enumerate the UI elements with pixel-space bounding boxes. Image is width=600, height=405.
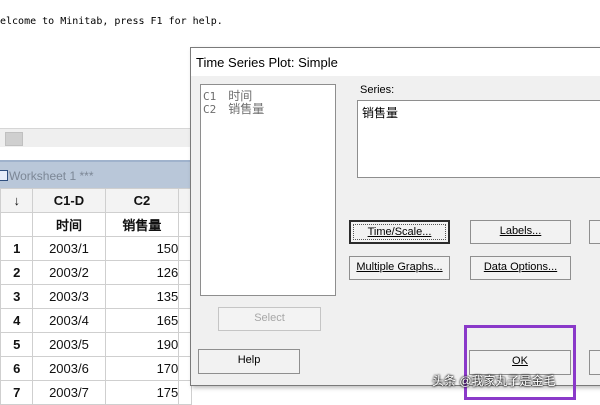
table-row: 3 2003/3 135: [0, 284, 192, 309]
column-header-c1[interactable]: C1-D: [32, 188, 106, 213]
help-button-label: Help: [237, 354, 261, 366]
help-button[interactable]: Help: [198, 349, 300, 374]
cell-c1[interactable]: 2003/1: [32, 236, 106, 261]
row-number[interactable]: 3: [0, 284, 34, 309]
table-row: 6 2003/6 170: [0, 356, 192, 381]
data-options-button[interactable]: Data Options...: [470, 256, 571, 280]
scrollbar-thumb[interactable]: [5, 132, 23, 146]
row-header-blank: [0, 212, 34, 237]
row-number[interactable]: 6: [0, 356, 34, 381]
variable-column-id: C2: [203, 103, 217, 116]
table-row: 1 2003/1 150: [0, 236, 192, 261]
row-number[interactable]: 4: [0, 308, 34, 333]
scale-button-partial[interactable]: [589, 220, 600, 244]
cell-c1[interactable]: 2003/6: [32, 356, 106, 381]
data-direction-arrow[interactable]: ↓: [0, 188, 34, 213]
select-button[interactable]: Select: [218, 307, 321, 331]
variable-item[interactable]: C2 销售量: [203, 100, 264, 117]
table-row: 2 2003/2 126: [0, 260, 192, 285]
cell-c2[interactable]: 150: [104, 236, 180, 261]
series-label: Series:: [360, 84, 395, 96]
column-name-c2[interactable]: 销售量: [104, 212, 180, 237]
table-row: 5 2003/5 190: [0, 332, 192, 357]
cell-c1[interactable]: 2003/2: [32, 260, 106, 285]
row-number[interactable]: 5: [0, 332, 34, 357]
cell-c2[interactable]: 190: [104, 332, 180, 357]
labels-button[interactable]: Labels...: [470, 220, 571, 244]
worksheet-title-bar[interactable]: Worksheet 1 ***: [0, 160, 192, 188]
dialog-title-bar[interactable]: Time Series Plot: Simple: [191, 48, 600, 76]
cancel-button-partial[interactable]: [589, 350, 600, 375]
variable-list[interactable]: C1 时间 C2 销售量: [200, 84, 336, 296]
data-options-button-label: Data Options...: [483, 261, 558, 273]
cell-c2[interactable]: 126: [104, 260, 180, 285]
select-button-label: Select: [254, 312, 285, 324]
row-number[interactable]: 7: [0, 380, 34, 405]
worksheet-window: Worksheet 1 *** ↓ C1-D C2 时间 销售量 1 2003/…: [0, 160, 192, 405]
column-id-row: ↓ C1-D C2: [0, 188, 192, 213]
session-welcome-text: elcome to Minitab, press F1 for help.: [0, 16, 223, 27]
column-header-c2[interactable]: C2: [104, 188, 180, 213]
table-row: 7 2003/7 175: [0, 380, 192, 405]
worksheet-icon: [0, 170, 8, 181]
cell-c1[interactable]: 2003/3: [32, 284, 106, 309]
watermark: 头条 @我家丸子是金毛: [432, 374, 556, 388]
series-value: 销售量: [362, 106, 399, 120]
column-name-row: 时间 销售量: [0, 212, 192, 237]
cell-c2[interactable]: 175: [104, 380, 180, 405]
row-number[interactable]: 2: [0, 260, 34, 285]
worksheet-grid: ↓ C1-D C2 时间 销售量 1 2003/1 150 2 2003/2 1…: [0, 188, 192, 405]
cell-c1[interactable]: 2003/4: [32, 308, 106, 333]
row-number[interactable]: 1: [0, 236, 34, 261]
multiple-graphs-button[interactable]: Multiple Graphs...: [349, 256, 450, 280]
labels-button-label: Labels...: [499, 225, 542, 237]
series-input[interactable]: 销售量: [357, 100, 600, 178]
cell-c2[interactable]: 135: [104, 284, 180, 309]
focus-outline: [353, 224, 446, 240]
cell-c2[interactable]: 165: [104, 308, 180, 333]
cell-c2[interactable]: 170: [104, 356, 180, 381]
multiple-graphs-button-label: Multiple Graphs...: [356, 261, 443, 273]
cell-c1[interactable]: 2003/5: [32, 332, 106, 357]
worksheet-title: Worksheet 1 ***: [9, 169, 94, 183]
column-name-c1[interactable]: 时间: [32, 212, 106, 237]
dialog-title: Time Series Plot: Simple: [196, 55, 338, 70]
variable-name: 销售量: [228, 102, 265, 116]
session-horizontal-scrollbar[interactable]: [0, 128, 192, 147]
time-scale-button[interactable]: Time/Scale...: [349, 220, 450, 244]
cell-c1[interactable]: 2003/7: [32, 380, 106, 405]
table-row: 4 2003/4 165: [0, 308, 192, 333]
